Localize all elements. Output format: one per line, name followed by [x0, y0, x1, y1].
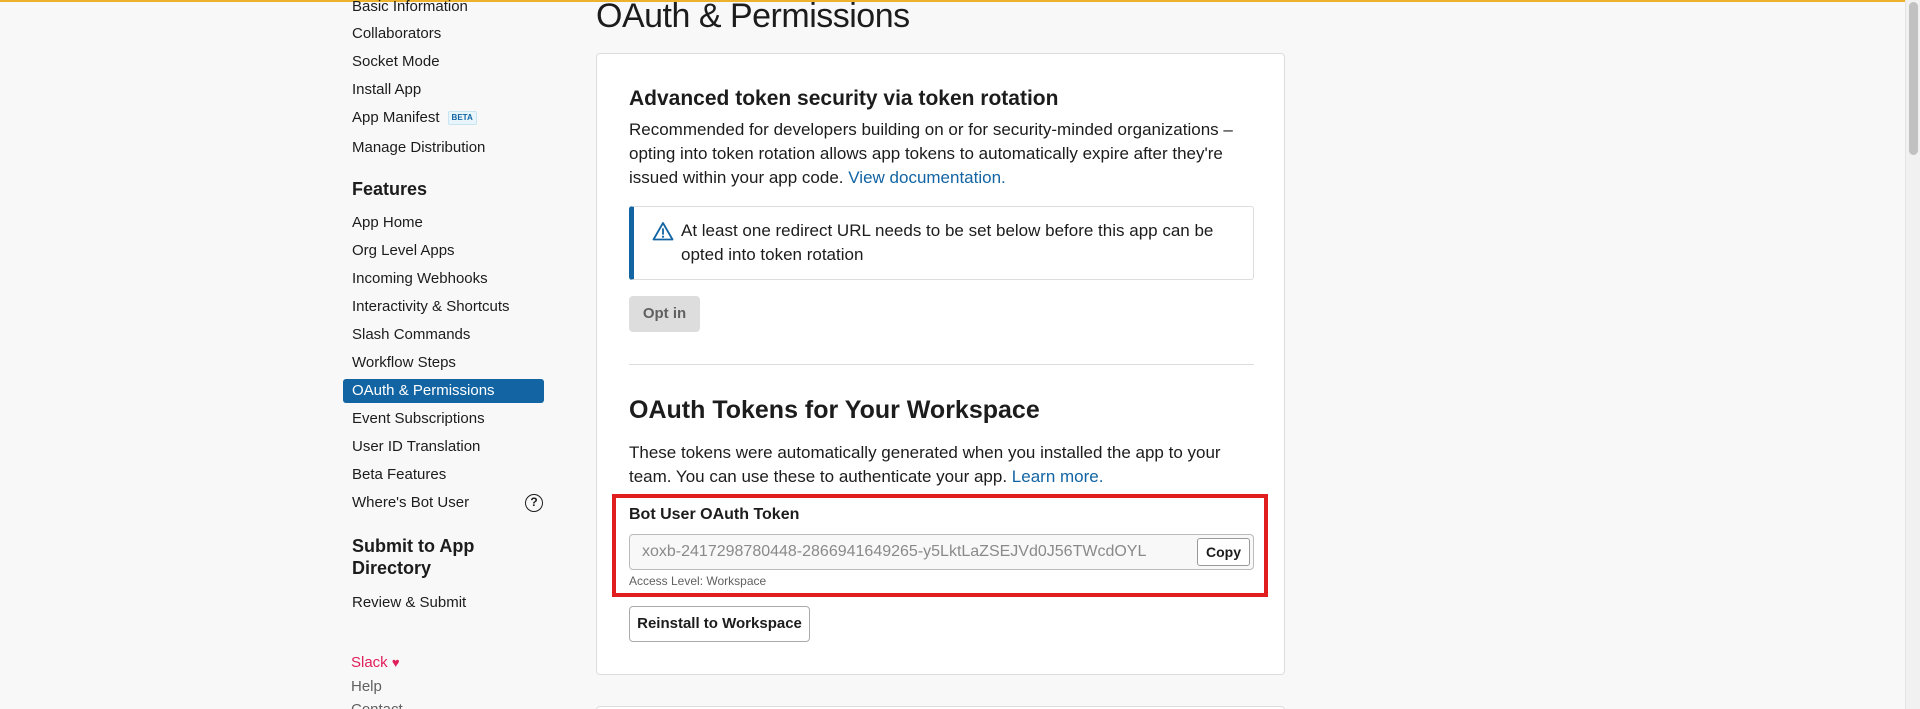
bot-token-label: Bot User OAuth Token — [629, 506, 800, 523]
token-rotation-description: Recommended for developers building on o… — [629, 118, 1254, 190]
token-rotation-heading: Advanced token security via token rotati… — [629, 87, 1059, 110]
sidebar-item-incoming-webhooks[interactable]: Incoming Webhooks — [352, 267, 488, 291]
alert-text: At least one redirect URL needs to be se… — [681, 221, 1214, 264]
oauth-tokens-heading: OAuth Tokens for Your Workspace — [629, 396, 1040, 424]
oauth-tokens-description: These tokens were automatically generate… — [629, 441, 1254, 489]
sidebar-item-wheres-bot-user[interactable]: Where's Bot User — [352, 491, 469, 515]
sidebar-item-label: App Manifest — [352, 109, 440, 126]
sidebar-item-beta-features[interactable]: Beta Features — [352, 463, 446, 487]
sidebar-item-label: Install App — [352, 81, 422, 98]
heart-icon: ♥ — [391, 655, 400, 670]
page-title: OAuth & Permissions — [596, 0, 910, 35]
sidebar-item-label: Socket Mode — [352, 53, 440, 70]
copy-button[interactable]: Copy — [1197, 538, 1250, 566]
contact-footer-link[interactable]: Contact — [351, 700, 403, 709]
sidebar-item-label: Incoming Webhooks — [352, 270, 488, 287]
sidebar-item-label: Event Subscriptions — [352, 410, 485, 427]
sidebar-item-user-id-translation[interactable]: User ID Translation — [352, 435, 480, 459]
sidebar-item-collaborators[interactable]: Collaborators — [352, 22, 441, 46]
sidebar-item-event-subscriptions[interactable]: Event Subscriptions — [352, 407, 485, 431]
sidebar-item-slash-commands[interactable]: Slash Commands — [352, 323, 470, 347]
submit-heading: Submit to App Directory — [352, 536, 475, 578]
oauth-card: Advanced token security via token rotati… — [596, 53, 1285, 675]
sidebar-item-label: Collaborators — [352, 25, 442, 42]
bot-token-value[interactable]: xoxb-2417298780448-2866941649265-y5LktLa… — [642, 535, 1182, 569]
sidebar-item-oauth-permissions[interactable]: OAuth & Permissions — [343, 379, 544, 403]
sidebar-item-label: Beta Features — [352, 466, 447, 483]
slack-footer-link[interactable]: Slack ♥ — [351, 653, 400, 673]
sidebar-item-basic-information[interactable]: Basic Information — [352, 0, 468, 19]
sidebar-item-app-manifest[interactable]: App Manifest BETA — [352, 106, 477, 130]
sidebar-item-label: Org Level Apps — [352, 242, 455, 259]
learn-more-link[interactable]: Learn more. — [1012, 467, 1104, 486]
sidebar-item-label: Where's Bot User — [352, 494, 470, 511]
sidebar-item-app-home[interactable]: App Home — [352, 211, 423, 235]
sidebar-item-label: User ID Translation — [352, 438, 481, 455]
help-footer-link[interactable]: Help — [351, 677, 382, 697]
scrollbar[interactable] — [1905, 0, 1920, 709]
scroll-thumb[interactable] — [1909, 2, 1918, 155]
sidebar-item-label: OAuth & Permissions — [352, 382, 495, 399]
sidebar-item-org-level-apps[interactable]: Org Level Apps — [352, 239, 455, 263]
sidebar-item-label: Review & Submit — [352, 594, 467, 611]
access-level-text: Access Level: Workspace — [629, 574, 767, 588]
sidebar-item-label: Slash Commands — [352, 326, 471, 343]
sidebar-item-label: Manage Distribution — [352, 139, 486, 156]
sidebar-item-label: Basic Information — [352, 0, 468, 15]
sidebar-item-socket-mode[interactable]: Socket Mode — [352, 50, 440, 74]
sidebar-item-review-submit[interactable]: Review & Submit — [352, 591, 466, 615]
bot-token-field[interactable]: xoxb-2417298780448-2866941649265-y5LktLa… — [629, 534, 1254, 570]
sidebar-item-label: App Home — [352, 214, 423, 231]
sidebar-item-manage-distribution[interactable]: Manage Distribution — [352, 136, 485, 160]
help-icon[interactable]: ? — [525, 494, 543, 512]
oauth-tokens-description-text: These tokens were automatically generate… — [629, 443, 1221, 486]
sidebar-item-label: Interactivity & Shortcuts — [352, 298, 510, 315]
sidebar-item-install-app[interactable]: Install App — [352, 78, 421, 102]
section-divider — [629, 364, 1254, 365]
sidebar-item-workflow-steps[interactable]: Workflow Steps — [352, 351, 456, 375]
view-documentation-link[interactable]: View documentation. — [848, 168, 1006, 187]
slack-footer-label: Slack — [351, 654, 388, 671]
features-heading: Features — [352, 179, 428, 199]
beta-badge: BETA — [447, 111, 477, 125]
warning-icon — [652, 221, 674, 246]
reinstall-button[interactable]: Reinstall to Workspace — [629, 606, 810, 642]
sidebar-item-interactivity-shortcuts[interactable]: Interactivity & Shortcuts — [352, 295, 510, 319]
sidebar-item-label: Workflow Steps — [352, 354, 456, 371]
opt-in-button[interactable]: Opt in — [629, 296, 700, 332]
redirect-url-alert: At least one redirect URL needs to be se… — [629, 206, 1254, 280]
top-accent-bar — [0, 0, 1920, 2]
